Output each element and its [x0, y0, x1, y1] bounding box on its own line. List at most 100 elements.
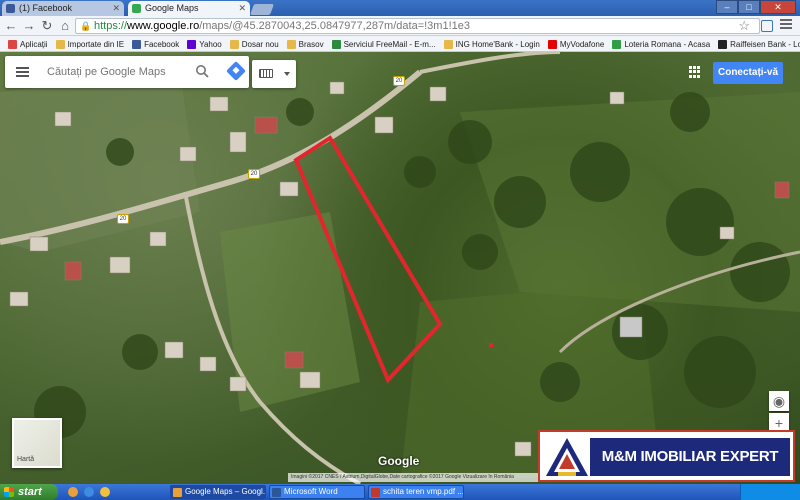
maps-search-input[interactable] — [47, 64, 187, 80]
browser-menu-icon[interactable] — [780, 19, 792, 31]
bookmark-label: Yahoo — [199, 39, 222, 49]
bookmark-item[interactable]: ING Home'Bank - Login — [443, 36, 540, 51]
bookmark-label: ING Home'Bank - Login — [455, 39, 540, 49]
close-tab-icon[interactable]: ✕ — [238, 1, 246, 16]
search-icon[interactable] — [195, 64, 209, 78]
my-location-button[interactable]: ◉ — [769, 391, 789, 411]
url-host: www.google.ro — [127, 20, 200, 32]
facebook-icon — [6, 4, 15, 13]
chevron-down-icon — [284, 72, 290, 76]
task-label: schita teren vmp.pdf ... — [383, 487, 464, 496]
chrome-quicklaunch-icon[interactable] — [68, 487, 78, 497]
start-label: start — [18, 486, 42, 498]
agency-name: M&M IMOBILIAR EXPERT — [590, 438, 790, 476]
apps-grid-icon — [8, 39, 17, 49]
tab-google-maps[interactable]: Google Maps ✕ — [128, 1, 250, 16]
taskbar-item-word[interactable]: Microsoft Word — [269, 485, 365, 499]
tab-label: (1) Facebook — [19, 3, 73, 13]
back-icon[interactable]: ← — [3, 18, 19, 34]
new-tab-button[interactable] — [249, 4, 275, 15]
browser-toolbar: ← → ↻ ⌂ 🔒 https://www.google.ro/maps/@45… — [0, 16, 800, 36]
road-badge: 20 — [248, 169, 260, 179]
vodafone-icon — [547, 39, 557, 49]
url-scheme: https:// — [94, 20, 128, 32]
bookmark-label: MyVodafone — [559, 39, 605, 49]
marker-dot — [489, 343, 493, 347]
windows-taskbar: start Google Maps – Googl... Microsoft W… — [0, 484, 800, 500]
bookmark-item[interactable]: Yahoo — [187, 36, 222, 51]
map-type-label: Hartă — [17, 456, 35, 463]
browser-tab-strip: (1) Facebook ✕ Google Maps ✕ – □ ✕ — [0, 0, 800, 16]
folder-icon — [286, 39, 296, 49]
tab-label: Google Maps — [145, 3, 199, 13]
mail-icon — [331, 39, 341, 49]
close-tab-icon[interactable]: ✕ — [112, 1, 120, 16]
map-imagery — [0, 52, 800, 484]
satellite-map[interactable] — [0, 52, 800, 484]
bookmark-label: Importate din IE — [67, 39, 125, 49]
url-path: /maps/@45.2870043,25.0847977,287m/data=!… — [199, 20, 470, 32]
folder-icon — [55, 39, 65, 49]
clover-icon — [612, 39, 622, 49]
apps-grid-icon[interactable] — [689, 66, 701, 78]
bookmark-item[interactable]: Loteria Romana - Acasa — [612, 36, 711, 51]
bookmark-label: Loteria Romana - Acasa — [624, 39, 711, 49]
directions-icon[interactable] — [226, 61, 246, 81]
messenger-quicklaunch-icon[interactable] — [100, 487, 110, 497]
google-logo: Google — [378, 454, 420, 468]
task-label: Microsoft Word — [284, 487, 338, 496]
bookmark-star-icon[interactable]: ☆ — [738, 18, 750, 34]
sign-in-button[interactable]: Conectați-vă — [713, 62, 783, 84]
address-bar[interactable]: 🔒 https://www.google.ro/maps/@45.2870043… — [75, 18, 760, 34]
hamburger-menu-icon[interactable] — [16, 67, 29, 77]
map-attribution: Imagini ©2017 CNES / Astrium,DigitalGlob… — [288, 473, 538, 482]
keyboard-icon — [259, 69, 273, 78]
raiffeisen-icon — [718, 39, 728, 49]
agency-logo — [546, 438, 588, 476]
chrome-icon — [173, 488, 182, 497]
bookmark-item[interactable]: Aplicații — [8, 36, 48, 51]
task-label: Google Maps – Googl... — [185, 487, 266, 496]
tab-facebook[interactable]: (1) Facebook ✕ — [2, 1, 124, 16]
bookmark-item[interactable]: Facebook — [132, 36, 180, 51]
ie-quicklaunch-icon[interactable] — [84, 487, 94, 497]
bookmark-label: Facebook — [144, 39, 180, 49]
bookmark-item[interactable]: Importate din IE — [55, 36, 125, 51]
facebook-icon — [132, 39, 142, 49]
maps-search-box — [5, 56, 249, 88]
google-maps-icon — [132, 4, 141, 13]
forward-icon[interactable]: → — [21, 18, 37, 34]
bookmark-label: Raiffeisen Bank - Login — [730, 39, 800, 49]
bookmark-item[interactable]: MyVodafone — [547, 36, 605, 51]
map-type-toggle[interactable]: Hartă — [12, 418, 62, 468]
system-tray — [740, 484, 800, 500]
bookmark-item[interactable]: Brasov — [286, 36, 324, 51]
lock-icon: 🔒 — [80, 21, 92, 31]
minimize-button[interactable]: – — [716, 0, 738, 14]
close-window-button[interactable]: ✕ — [760, 0, 796, 14]
extension-icon[interactable] — [761, 20, 773, 32]
input-tools-button[interactable] — [252, 60, 296, 88]
pdf-icon — [371, 488, 380, 497]
folder-icon — [229, 39, 239, 49]
road-badge: 20 — [117, 214, 129, 224]
folder-icon — [443, 39, 453, 49]
bookmark-label: Aplicații — [20, 39, 48, 49]
bookmark-item[interactable]: Dosar nou — [229, 36, 279, 51]
screen: (1) Facebook ✕ Google Maps ✕ – □ ✕ ← → ↻… — [0, 0, 800, 500]
start-button[interactable]: start — [0, 484, 58, 500]
bookmark-item[interactable]: Serviciul FreeMail - E-m... — [331, 36, 436, 51]
home-icon[interactable]: ⌂ — [57, 18, 73, 34]
maximize-button[interactable]: □ — [738, 0, 760, 14]
taskbar-item-pdf[interactable]: schita teren vmp.pdf ... — [368, 485, 464, 499]
reload-icon[interactable]: ↻ — [39, 18, 55, 34]
taskbar-item-google-maps[interactable]: Google Maps – Googl... — [170, 485, 266, 499]
bookmark-item[interactable]: Raiffeisen Bank - Login — [718, 36, 800, 51]
bookmark-label: Dosar nou — [241, 39, 279, 49]
windows-flag-icon — [4, 487, 14, 497]
bookmark-label: Brasov — [298, 39, 324, 49]
window-controls: – □ ✕ — [716, 0, 796, 14]
word-icon — [272, 488, 281, 497]
yahoo-icon — [187, 39, 197, 49]
road-badge: 20 — [393, 76, 405, 86]
